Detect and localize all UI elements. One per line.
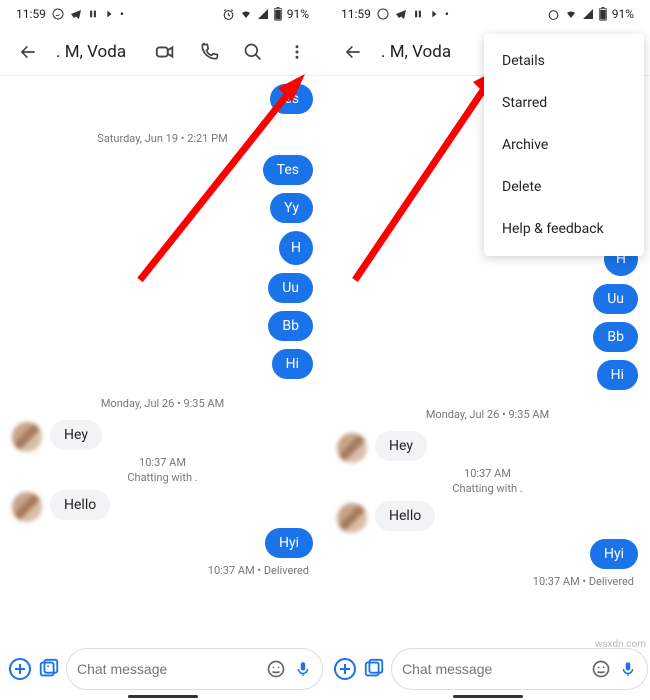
battery-pct: 91%: [287, 7, 309, 21]
more-button[interactable]: [277, 32, 317, 72]
wifi-icon: [239, 8, 253, 20]
menu-archive[interactable]: Archive: [484, 124, 644, 166]
date-separator: Monday, Jul 26 • 9:35 AM: [325, 408, 650, 421]
date-separator: Monday, Jul 26 • 9:35 AM: [0, 397, 325, 410]
delivered-label: 10:37 AM • Delivered: [325, 575, 650, 588]
message-received[interactable]: Hello: [50, 490, 110, 520]
whatsapp-icon: [377, 8, 389, 20]
telegram-icon: [70, 8, 82, 20]
battery-icon: [273, 7, 283, 21]
phone-left: 11:59 •: [0, 0, 325, 700]
battery-pct: 91%: [612, 7, 634, 21]
search-button[interactable]: [233, 32, 273, 72]
status-bar: 11:59 • 91%: [325, 0, 650, 28]
watermark: wsxdn.com: [595, 639, 646, 650]
time-label: 10:37 AM: [0, 456, 325, 469]
menu-help[interactable]: Help & feedback: [484, 208, 644, 250]
message-input[interactable]: [402, 661, 583, 677]
nav-pill[interactable]: [453, 695, 523, 698]
pause-icon: [88, 9, 98, 19]
gallery-button[interactable]: [363, 649, 385, 689]
message-sent[interactable]: Hi: [272, 349, 313, 379]
arrow-icon: [429, 9, 439, 19]
add-button[interactable]: [333, 649, 357, 689]
emoji-button[interactable]: [266, 659, 286, 679]
composer: [325, 648, 650, 690]
telegram-icon: [395, 8, 407, 20]
battery-icon: [598, 7, 608, 21]
message-sent[interactable]: Hi: [597, 360, 638, 390]
status-bar: 11:59 •: [0, 0, 325, 28]
add-button[interactable]: [8, 649, 32, 689]
status-time: 11:59: [341, 7, 371, 21]
message-received[interactable]: Hey: [50, 420, 102, 450]
phone-right: 11:59 • 91% . M, Voda .: [325, 0, 650, 700]
avatar[interactable]: [12, 422, 42, 452]
overflow-menu: Details Starred Archive Delete Help & fe…: [484, 34, 644, 256]
message-sent[interactable]: Hyi: [590, 539, 638, 569]
dot-icon: •: [120, 7, 124, 21]
avatar[interactable]: [12, 492, 42, 522]
status-time: 11:59: [16, 7, 46, 21]
message-received[interactable]: Hey: [375, 431, 427, 461]
avatar[interactable]: [337, 503, 367, 533]
menu-starred[interactable]: Starred: [484, 82, 644, 124]
message-sent[interactable]: Bb: [593, 322, 638, 352]
menu-details[interactable]: Details: [484, 40, 644, 82]
signal-icon: [582, 8, 594, 20]
annotation-arrow: [130, 70, 320, 290]
chatting-label: Chatting with .: [325, 482, 650, 495]
wifi-icon: [564, 8, 578, 20]
message-received[interactable]: Hello: [375, 501, 435, 531]
message-sent[interactable]: Uu: [593, 284, 638, 314]
mic-button[interactable]: [619, 660, 637, 678]
back-button[interactable]: [8, 32, 48, 72]
delivered-label: 10:37 AM • Delivered: [0, 564, 325, 577]
chatting-label: Chatting with .: [0, 471, 325, 484]
message-input-container: [66, 648, 323, 690]
contact-name[interactable]: . M, Voda: [52, 42, 141, 62]
alarm-icon: [222, 8, 235, 21]
arrow-icon: [104, 9, 114, 19]
voice-call-button[interactable]: [189, 32, 229, 72]
gallery-button[interactable]: [38, 649, 60, 689]
menu-delete[interactable]: Delete: [484, 166, 644, 208]
whatsapp-icon: [52, 8, 64, 20]
avatar[interactable]: [337, 433, 367, 463]
signal-icon: [257, 8, 269, 20]
composer: [0, 648, 325, 690]
message-sent[interactable]: Hyi: [265, 528, 313, 558]
message-sent[interactable]: Bb: [268, 311, 313, 341]
alarm-icon: [547, 8, 560, 21]
conversation-header: . M, Voda: [0, 28, 325, 76]
dot-icon: •: [445, 7, 449, 21]
video-call-button[interactable]: [145, 32, 185, 72]
time-label: 10:37 AM: [325, 467, 650, 480]
emoji-button[interactable]: [591, 659, 611, 679]
nav-pill[interactable]: [128, 695, 198, 698]
message-input-container: [391, 648, 648, 690]
pause-icon: [413, 9, 423, 19]
message-input[interactable]: [77, 661, 258, 677]
mic-button[interactable]: [294, 660, 312, 678]
